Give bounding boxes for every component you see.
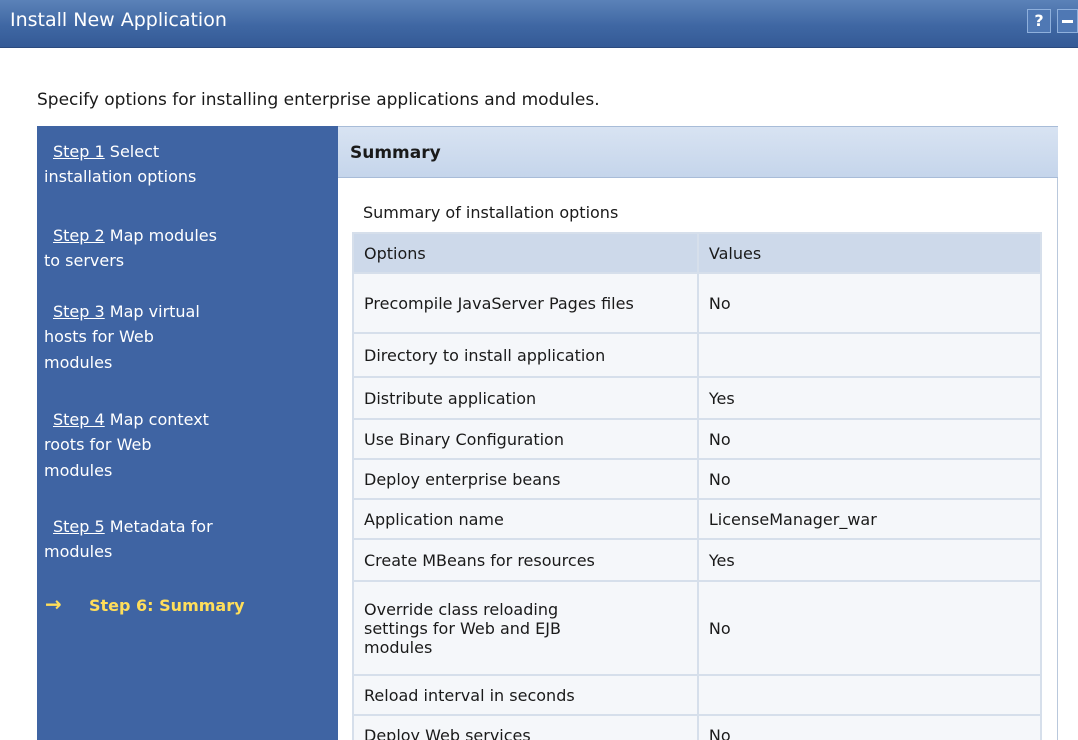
- step-3-label-line2: hosts for Web: [44, 327, 154, 346]
- wizard-step-nav: [37, 126, 338, 740]
- page-intro: Specify options for installing enterpris…: [37, 90, 600, 110]
- step-3-label-line3: modules: [44, 353, 113, 372]
- summary-caption: Summary of installation options: [363, 203, 619, 222]
- step-4-label: Map context: [109, 410, 209, 429]
- table-header-row: Options Values: [352, 232, 1043, 274]
- current-step-label: Step 6: Summary: [89, 596, 245, 615]
- step-5-link[interactable]: Step 5: [53, 517, 105, 536]
- step-4-label-line3: modules: [44, 461, 113, 480]
- option-cell: Precompile JavaServer Pages files: [352, 272, 699, 334]
- option-cell: Deploy Web services: [352, 714, 699, 740]
- window-title: Install New Application: [10, 9, 227, 31]
- step-1-label: Select: [109, 142, 160, 161]
- value-cell: LicenseManager_war: [696, 498, 1043, 540]
- table-row: Use Binary Configuration No: [352, 418, 1043, 460]
- summary-table: Options Values Precompile JavaServer Pag…: [352, 232, 1043, 740]
- step-3-entry: Step 3 Map virtual: [53, 301, 200, 323]
- step-5-label: Metadata for: [109, 517, 213, 536]
- summary-title: Summary: [350, 143, 441, 163]
- step-1-entry: Step 1 Select: [53, 141, 159, 163]
- table-row: Deploy Web services No: [352, 714, 1043, 740]
- table-row: Precompile JavaServer Pages files No: [352, 272, 1043, 334]
- window-title-bar: Install New Application ?: [0, 0, 1078, 48]
- step-4-link[interactable]: Step 4: [53, 410, 105, 429]
- value-cell: No: [696, 418, 1043, 460]
- minimize-icon: [1062, 20, 1073, 23]
- step-5-entry: Step 5 Metadata for: [53, 516, 213, 538]
- column-header-values: Values: [696, 232, 1043, 274]
- value-cell: Yes: [696, 376, 1043, 420]
- step-5-label-line2: modules: [44, 542, 113, 561]
- value-cell: No: [696, 714, 1043, 740]
- option-cell: Use Binary Configuration: [352, 418, 699, 460]
- step-4-entry: Step 4 Map context: [53, 409, 209, 431]
- table-row: Application name LicenseManager_war: [352, 498, 1043, 540]
- table-row: Deploy enterprise beans No: [352, 458, 1043, 500]
- step-2-entry: Step 2 Map modules: [53, 225, 217, 247]
- value-cell: No: [696, 580, 1043, 676]
- column-header-options: Options: [352, 232, 699, 274]
- option-cell: Deploy enterprise beans: [352, 458, 699, 500]
- summary-header: Summary: [338, 126, 1058, 178]
- current-step-arrow-icon: →: [45, 592, 62, 616]
- step-1-label-line2: installation options: [44, 167, 197, 186]
- help-button[interactable]: ?: [1027, 9, 1051, 33]
- value-cell: [696, 674, 1043, 716]
- option-cell: Distribute application: [352, 376, 699, 420]
- step-3-label: Map virtual: [109, 302, 200, 321]
- value-cell: Yes: [696, 538, 1043, 582]
- option-cell: Create MBeans for resources: [352, 538, 699, 582]
- value-cell: No: [696, 458, 1043, 500]
- minimize-button[interactable]: [1057, 9, 1078, 33]
- option-cell: Reload interval in seconds: [352, 674, 699, 716]
- option-cell: Directory to install application: [352, 332, 699, 378]
- step-2-label: Map modules: [109, 226, 217, 245]
- option-cell: Application name: [352, 498, 699, 540]
- value-cell: [696, 332, 1043, 378]
- step-4-label-line2: roots for Web: [44, 435, 152, 454]
- table-row: Distribute application Yes: [352, 376, 1043, 420]
- step-1-link[interactable]: Step 1: [53, 142, 105, 161]
- option-cell: Override class reloading settings for We…: [352, 580, 699, 676]
- value-cell: No: [696, 272, 1043, 334]
- step-2-label-line2: to servers: [44, 251, 125, 270]
- step-2-link[interactable]: Step 2: [53, 226, 105, 245]
- table-row: Reload interval in seconds: [352, 674, 1043, 716]
- step-3-link[interactable]: Step 3: [53, 302, 105, 321]
- table-row: Create MBeans for resources Yes: [352, 538, 1043, 582]
- table-row: Directory to install application: [352, 332, 1043, 378]
- table-row: Override class reloading settings for We…: [352, 580, 1043, 676]
